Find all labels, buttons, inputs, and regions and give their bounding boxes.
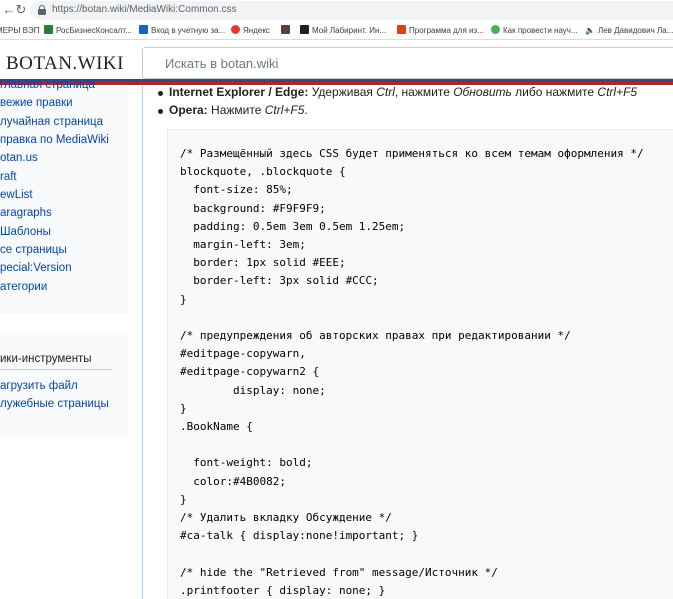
divider [0,369,112,370]
bookmark-item[interactable]: Как провести науч... [491,23,578,38]
audio-icon: 🔈 [585,26,595,35]
list-item: Opera: Нажмите Ctrl+F5. [158,103,308,117]
yandex-icon [231,25,240,34]
labirint-icon [300,25,309,34]
main-content: Internet Explorer / Edge: Удерживая Ctrl… [142,85,673,599]
bullet-icon [158,109,163,114]
code-block: /* Размещённый здесь CSS будет применять… [167,129,673,599]
sidebar-item-recent-changes[interactable]: вежие правки [0,97,73,109]
bookmark-item[interactable]: РосБизнесКонсалт... [44,23,132,38]
lock-icon[interactable] [38,5,46,15]
sidebar-item-draft[interactable]: raft [0,171,17,183]
google-icon [491,25,500,34]
bookmark-item[interactable]: Яндекс [231,23,270,38]
sidebar-item-random-page[interactable]: лучайная страница [0,116,103,128]
site-logo[interactable]: BOTAN.WIKI [6,53,124,75]
bookmark-item[interactable]: МЕРЫ ВЭП [0,23,39,38]
bookmark-item[interactable]: Мой Лабиринт. Ин... [300,23,386,38]
bookmarks-bar: МЕРЫ ВЭП РосБизнесКонсалт... Вход в учет… [0,21,673,40]
bank-icon [139,25,148,34]
sidebar-item-all-pages[interactable]: се страницы [0,244,67,256]
tools-panel: ики-инструменты агрузить файл лужебные с… [0,333,128,437]
search-box[interactable] [142,47,673,79]
sidebar-item-upload-file[interactable]: агрузить файл [0,380,78,392]
url-text[interactable]: https://botan.wiki/MediaWiki:Common.css [52,4,237,15]
bullet-icon [158,91,163,96]
navigation-panel: главная страница вежие правки лучайная с… [0,79,128,314]
css-code[interactable]: /* Размещённый здесь CSS будет применять… [180,145,644,599]
tools-heading: ики-инструменты [0,353,92,365]
sidebar-item-paragraphs[interactable]: aragraphs [0,207,52,219]
bookmark-item[interactable]: Вход в учетную за... [139,23,225,38]
sidebar-item-special-pages[interactable]: лужебные страницы [0,398,109,410]
reload-icon[interactable]: ↻ [14,2,28,18]
sidebar-item-botan-us[interactable]: otan.us [0,152,38,164]
rbc-icon [44,25,53,34]
bookmark-item[interactable]: Программа для из... [397,23,484,38]
program-icon [397,25,406,34]
list-item: Internet Explorer / Edge: Удерживая Ctrl… [158,85,637,99]
photo-icon [281,25,290,34]
search-input[interactable] [165,56,645,71]
bookmark-item[interactable] [281,23,293,38]
bookmark-item[interactable]: 🔈 Лев Давидович Ла... [585,23,673,38]
sidebar-item-categories[interactable]: атегории [0,281,47,293]
sidebar-item-main-page[interactable]: главная страница [0,79,95,91]
sidebar: главная страница вежие правки лучайная с… [0,79,128,599]
sidebar-item-templates[interactable]: Шаблоны [0,226,51,238]
sidebar-item-mediawiki-help[interactable]: правка по MediaWiki [0,134,109,146]
sidebar-item-newlist[interactable]: ewList [0,189,33,201]
browser-address-bar: ← ↻ https://botan.wiki/MediaWiki:Common.… [0,0,673,21]
sidebar-item-special-version[interactable]: pecial:Version [0,262,72,274]
